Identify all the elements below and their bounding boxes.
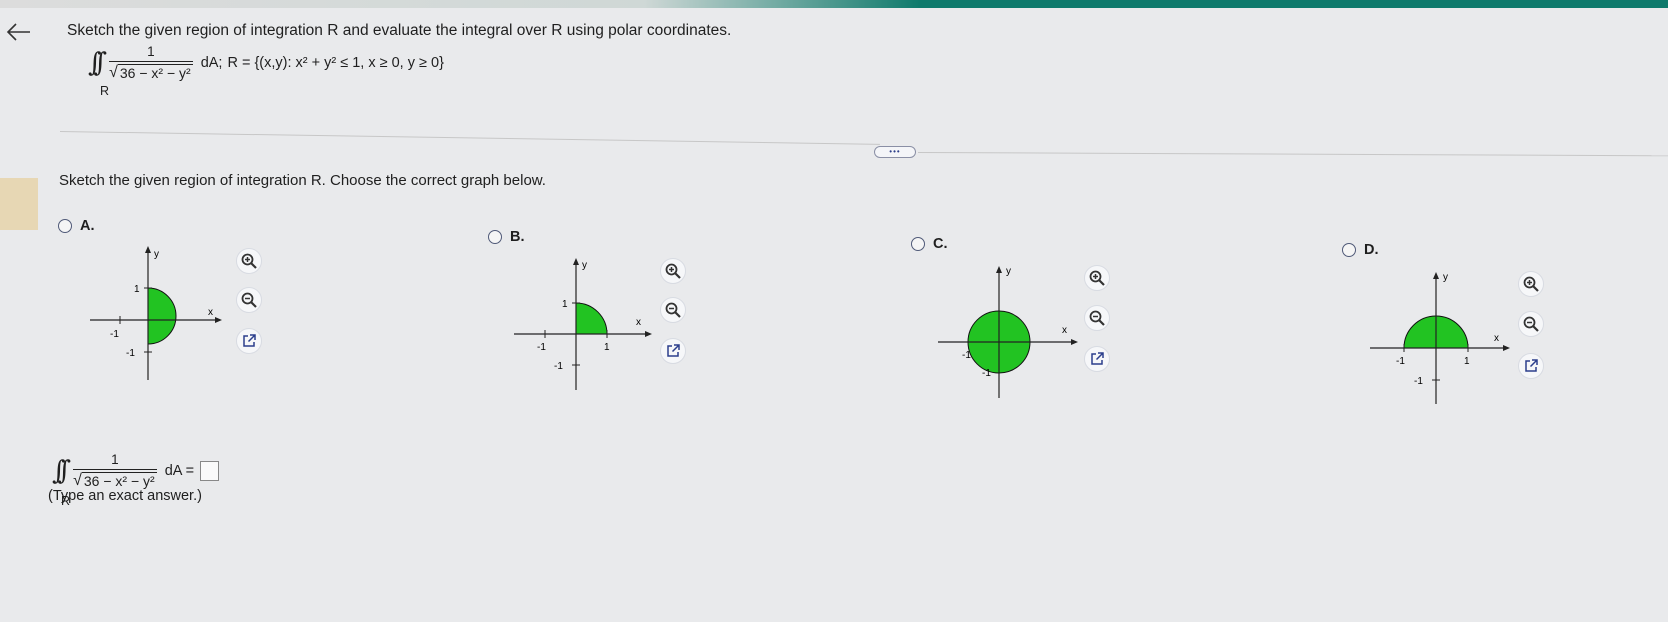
zoom-in-icon xyxy=(1523,276,1539,292)
zoom-in-icon xyxy=(1089,270,1105,286)
part1-instruction: Sketch the given region of integration R… xyxy=(59,172,546,189)
zoom-in-icon xyxy=(665,263,681,279)
graph-b-tick-pos-x: 1 xyxy=(604,342,610,353)
graph-d-x-arrow xyxy=(1503,345,1510,351)
option-b[interactable]: B. xyxy=(488,229,525,245)
graph-b-tick-neg-x: -1 xyxy=(537,342,546,353)
answer-input-box[interactable] xyxy=(200,460,220,481)
pop-out-icon xyxy=(1091,352,1104,365)
graph-c-zoom-out-button[interactable] xyxy=(1084,305,1110,331)
graph-b-tick-neg-y: -1 xyxy=(554,361,563,372)
graph-b-region xyxy=(575,302,608,335)
more-options-button[interactable]: ••• xyxy=(874,146,916,158)
zoom-in-icon xyxy=(241,253,257,269)
answer-integral: ∫∫ R 1 √ 36 − x² − y² dA = xyxy=(52,452,220,508)
graph-c-x-arrow xyxy=(1071,339,1078,345)
more-options-label: ••• xyxy=(889,147,901,156)
answer-double-integral-sign: ∫∫ xyxy=(52,455,71,486)
section-divider-right xyxy=(917,152,1668,157)
pop-out-icon xyxy=(243,334,256,347)
graph-d-zoom-out-button[interactable] xyxy=(1518,311,1544,337)
answer-lhs-tail: dA = xyxy=(164,462,195,479)
graph-c-y-label: y xyxy=(1006,266,1011,277)
option-b-radio[interactable] xyxy=(488,230,502,244)
graph-c-x-label: x xyxy=(1062,325,1067,336)
graph-b-x-arrow xyxy=(645,331,652,337)
option-d-label: D. xyxy=(1364,242,1379,258)
integral-statement: ∫∫ R 1 √ 36 − x² − y² dA; R = {(x,y): x²… xyxy=(88,44,444,98)
graph-a-y-arrow xyxy=(145,246,151,253)
integrand-radicand: 36 − x² − y² xyxy=(117,64,193,81)
differential-label: dA; xyxy=(200,54,223,71)
graph-a-pop-out-button[interactable] xyxy=(236,328,262,354)
graph-d-zoom-in-button[interactable] xyxy=(1518,271,1544,297)
graph-c-tick-neg-y: -1 xyxy=(982,368,991,379)
graph-b-x-label: x xyxy=(636,317,641,328)
integrand-numerator: 1 xyxy=(147,44,155,59)
answer-integrand-denominator: √ 36 − x² − y² xyxy=(73,469,157,489)
option-c-radio[interactable] xyxy=(911,237,925,251)
graph-a: x y -1 1 -1 xyxy=(90,246,222,380)
graph-d-y-arrow xyxy=(1433,272,1439,279)
left-highlight-strip xyxy=(0,178,38,230)
graph-c: x y -1 -1 xyxy=(938,266,1078,398)
graph-a-tick-pos-y: 1 xyxy=(134,284,140,295)
zoom-out-icon xyxy=(1523,316,1539,332)
option-a-radio[interactable] xyxy=(58,219,72,233)
question-prompt: Sketch the given region of integration R… xyxy=(67,22,732,39)
graph-d-pop-out-button[interactable] xyxy=(1518,353,1544,379)
top-bar-fade xyxy=(0,0,920,8)
graph-a-tick-neg-y: -1 xyxy=(126,348,135,359)
section-divider-left xyxy=(59,131,880,145)
double-integral-sign: ∫∫ xyxy=(88,47,107,78)
graph-a-zoom-in-button[interactable] xyxy=(236,248,262,274)
graph-c-tick-neg-x: -1 xyxy=(962,350,971,361)
option-a-label: A. xyxy=(80,218,95,234)
answer-integrand-fraction: 1 √ 36 − x² − y² xyxy=(73,452,157,489)
graph-b-zoom-out-button[interactable] xyxy=(660,297,686,323)
zoom-out-icon xyxy=(241,292,257,308)
option-d-radio[interactable] xyxy=(1342,243,1356,257)
graph-d-tick-pos-x: 1 xyxy=(1464,356,1470,367)
graph-a-x-label: x xyxy=(208,307,213,318)
answer-integrand-radicand: 36 − x² − y² xyxy=(81,472,157,489)
graph-d: x y -1 1 -1 xyxy=(1370,272,1510,404)
option-d[interactable]: D. xyxy=(1342,242,1379,258)
graph-a-region xyxy=(147,287,177,345)
region-definition: R = {(x,y): x² + y² ≤ 1, x ≥ 0, y ≥ 0} xyxy=(227,54,444,71)
answer-hint: (Type an exact answer.) xyxy=(48,488,202,504)
option-c-label: C. xyxy=(933,236,948,252)
graph-a-y-label: y xyxy=(154,249,159,260)
sqrt-symbol: √ xyxy=(109,64,118,81)
answer-integrand-numerator: 1 xyxy=(111,452,119,467)
integrand-denominator: √ 36 − x² − y² xyxy=(109,61,193,81)
zoom-out-icon xyxy=(665,302,681,318)
integral-region-subscript: R xyxy=(100,84,110,98)
graph-d-tick-neg-y: -1 xyxy=(1414,376,1423,387)
graph-c-pop-out-button[interactable] xyxy=(1084,346,1110,372)
back-arrow-icon[interactable] xyxy=(4,22,32,42)
option-b-label: B. xyxy=(510,229,525,245)
zoom-out-icon xyxy=(1089,310,1105,326)
pop-out-icon xyxy=(1525,359,1538,372)
graph-d-y-label: y xyxy=(1443,272,1448,283)
graph-a-zoom-out-button[interactable] xyxy=(236,287,262,313)
graph-a-tick-neg-x: -1 xyxy=(110,329,119,340)
graph-b-pop-out-button[interactable] xyxy=(660,338,686,364)
graph-c-zoom-in-button[interactable] xyxy=(1084,265,1110,291)
graph-b-y-label: y xyxy=(582,260,587,271)
graph-c-y-arrow xyxy=(996,266,1002,273)
graph-a-x-arrow xyxy=(215,317,222,323)
graph-b: x y -1 1 1 -1 xyxy=(514,258,652,390)
graph-d-x-label: x xyxy=(1494,333,1499,344)
graph-b-y-arrow xyxy=(573,258,579,265)
option-a[interactable]: A. xyxy=(58,218,95,234)
pop-out-icon xyxy=(667,344,680,357)
graph-b-tick-pos-y: 1 xyxy=(562,299,568,310)
graph-d-tick-neg-x: -1 xyxy=(1396,356,1405,367)
answer-sqrt-symbol: √ xyxy=(73,472,82,489)
integrand-fraction: 1 √ 36 − x² − y² xyxy=(109,44,193,81)
graph-b-zoom-in-button[interactable] xyxy=(660,258,686,284)
option-c[interactable]: C. xyxy=(911,236,948,252)
